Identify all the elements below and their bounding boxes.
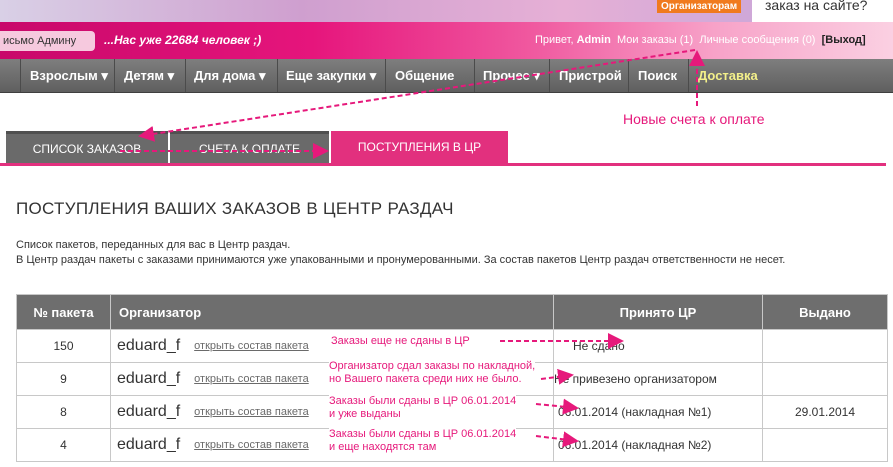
arrow-row4: [535, 431, 579, 448]
annotation-arrows: [120, 49, 705, 448]
arrow-row2: [540, 368, 574, 385]
arrow-to-orders-tab: [138, 49, 696, 142]
arrow-row3: [535, 398, 579, 415]
